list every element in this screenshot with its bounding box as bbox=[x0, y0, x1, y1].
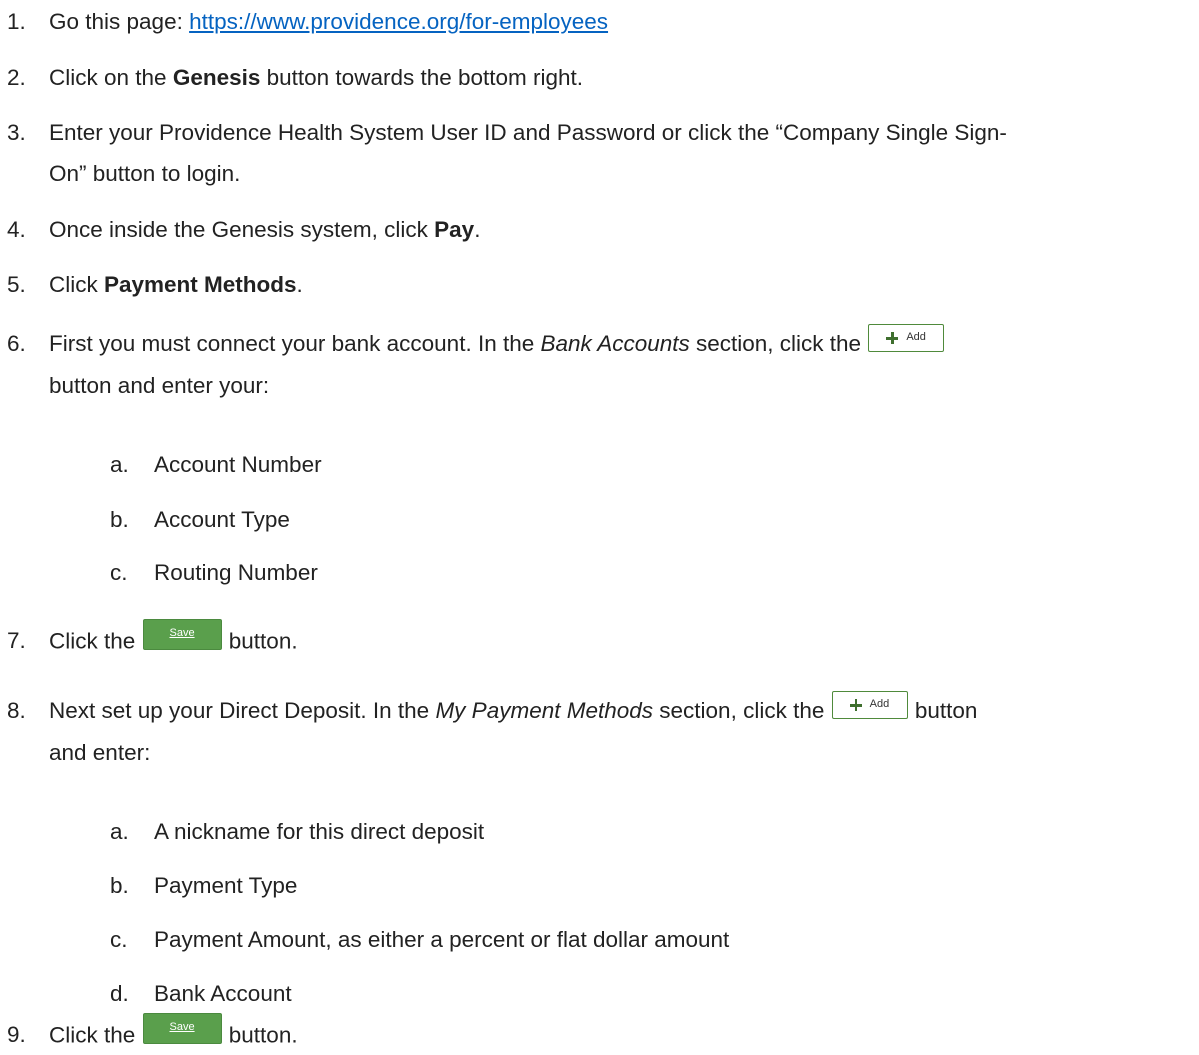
bank-accounts-italic-text: Bank Accounts bbox=[540, 331, 690, 356]
step-text: Click on the bbox=[49, 65, 173, 90]
sub-item-letter: b. bbox=[110, 507, 129, 532]
add-button[interactable]: Add bbox=[831, 691, 908, 720]
add-button[interactable]: Add bbox=[868, 324, 945, 353]
plus-icon bbox=[886, 332, 899, 345]
plus-icon bbox=[849, 699, 862, 712]
step-text: . bbox=[474, 217, 481, 242]
sub-item-letter: a. bbox=[110, 819, 129, 844]
sub-item-text: A nickname for this direct deposit bbox=[154, 819, 485, 844]
sub-item-letter: a. bbox=[110, 452, 129, 477]
step-number: 4. bbox=[7, 217, 26, 242]
step-number: 6. bbox=[7, 331, 26, 356]
step-text: Enter your Providence Health System User… bbox=[49, 120, 1007, 145]
my-payment-methods-italic-text: My Payment Methods bbox=[435, 698, 654, 723]
sub-item-letter: c. bbox=[110, 560, 128, 585]
step-text: and enter: bbox=[49, 740, 151, 765]
step-number: 8. bbox=[7, 698, 26, 723]
step-text: button. bbox=[222, 1022, 298, 1048]
sub-item-letter: c. bbox=[110, 927, 128, 952]
sub-item-text: Account Type bbox=[154, 507, 290, 532]
sub-item-text: Account Number bbox=[154, 452, 322, 477]
step-text: button. bbox=[222, 628, 298, 654]
sub-item-text: Bank Account bbox=[154, 981, 292, 1006]
step-number: 3. bbox=[7, 120, 26, 145]
step-number: 5. bbox=[7, 272, 26, 297]
payment-methods-bold-text: Payment Methods bbox=[104, 272, 297, 297]
step-text: Click the bbox=[49, 1022, 142, 1048]
step-text: button and enter your: bbox=[49, 373, 270, 398]
add-button-label: Add bbox=[869, 698, 890, 711]
step-text: Go this page: bbox=[49, 9, 190, 34]
step-text: On” button to login. bbox=[49, 161, 241, 186]
step-text: Click the bbox=[49, 628, 142, 654]
step-number: 9. bbox=[7, 1022, 26, 1047]
step-text: Next set up your Direct Deposit. In the bbox=[49, 698, 436, 723]
step-text: section, click the bbox=[689, 331, 868, 356]
save-button[interactable]: Save bbox=[142, 619, 222, 650]
save-button-label: Save bbox=[169, 627, 195, 639]
step-text: section, click the bbox=[653, 698, 831, 723]
genesis-bold-text: Genesis bbox=[172, 65, 261, 90]
sub-item-letter: d. bbox=[110, 981, 129, 1006]
for-employees-link[interactable]: https://www.providence.org/for-employees bbox=[189, 9, 608, 34]
sub-item-text: Payment Amount, as either a percent or f… bbox=[154, 927, 730, 952]
add-button-label: Add bbox=[906, 331, 926, 344]
step-text: Click bbox=[49, 272, 104, 297]
step-text: button bbox=[908, 698, 978, 723]
sub-item-text: Routing Number bbox=[154, 560, 318, 585]
pay-bold-text: Pay bbox=[434, 217, 475, 242]
sub-item-letter: b. bbox=[110, 873, 129, 898]
save-button-label: Save bbox=[169, 1021, 195, 1033]
step-number: 1. bbox=[7, 9, 26, 34]
step-text: First you must connect your bank account… bbox=[49, 331, 541, 356]
save-button[interactable]: Save bbox=[142, 1013, 222, 1044]
step-number: 7. bbox=[7, 628, 26, 653]
step-text: button towards the bottom right. bbox=[260, 65, 584, 90]
sub-item-text: Payment Type bbox=[154, 873, 298, 898]
step-number: 2. bbox=[7, 65, 26, 90]
step-text: . bbox=[296, 272, 303, 297]
step-text: Once inside the Genesis system, click bbox=[49, 217, 435, 242]
